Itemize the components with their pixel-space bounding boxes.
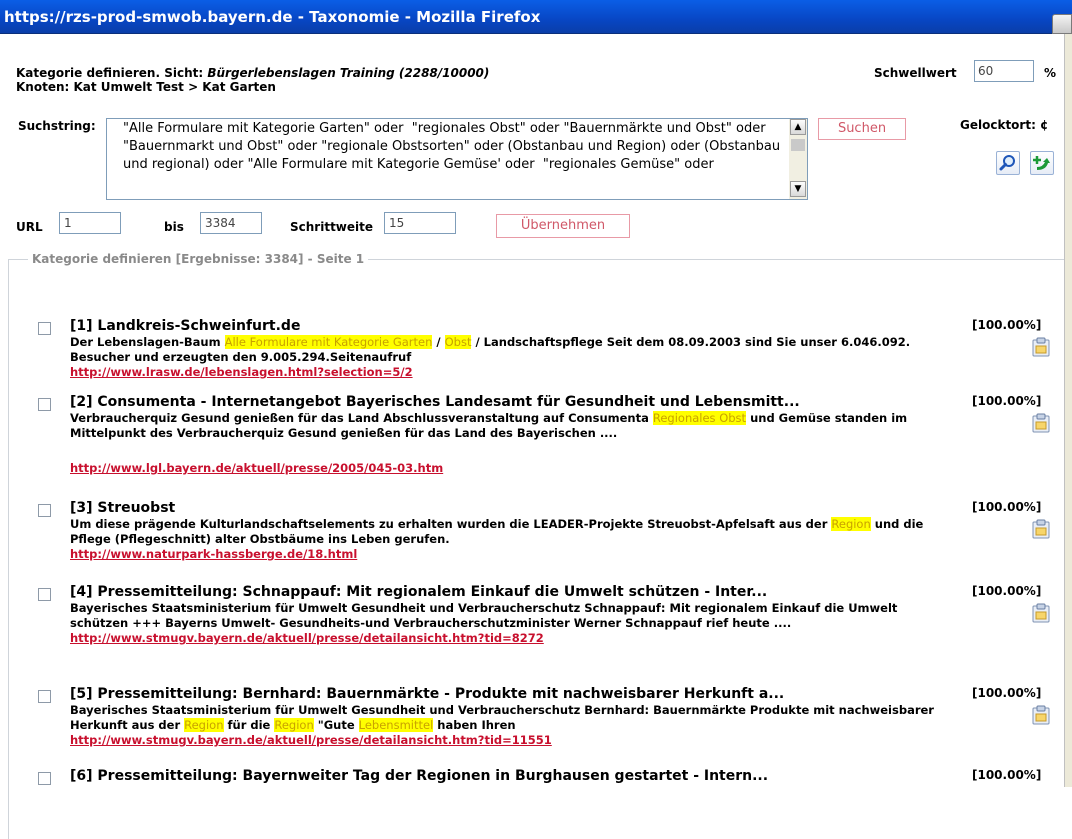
search-query-text[interactable]: "Alle Formulare mit Kategorie Garten" od… <box>123 120 787 174</box>
step-label: Schrittweite <box>290 220 374 234</box>
step-input[interactable] <box>384 212 456 234</box>
result-url-link[interactable]: http://www.naturpark-hassberge.de/18.htm… <box>70 547 357 561</box>
header-view-name: Bürgerlebenslagen Training (2288/10000) <box>207 66 490 80</box>
window-title: https://rzs-prod-smwob.bayern.de - Taxon… <box>4 8 541 26</box>
result-checkbox[interactable] <box>38 504 51 517</box>
url-label: URL <box>16 220 43 234</box>
scroll-up-icon[interactable]: ▲ <box>790 119 806 135</box>
scroll-down-icon[interactable]: ▼ <box>790 181 806 197</box>
results-legend: Kategorie definieren [Ergebnisse: 3384] … <box>28 252 369 266</box>
search-button[interactable]: Suchen <box>818 118 906 140</box>
search-term-highlight: Region <box>831 517 871 531</box>
result-score: [100.00%] <box>972 768 1042 782</box>
search-term-highlight: Lebensmittel <box>358 718 434 732</box>
textarea-scrollbar[interactable]: ▲ ▼ <box>789 119 807 199</box>
clipboard-icon[interactable] <box>1030 518 1052 540</box>
search-term-highlight: Region <box>274 718 314 732</box>
result-url-link[interactable]: http://www.lgl.bayern.de/aktuell/presse/… <box>70 461 443 475</box>
description-text: / <box>432 335 445 349</box>
result-score: [100.00%] <box>972 500 1042 514</box>
add-arrow-icon <box>1033 156 1050 170</box>
threshold-label: Schwellwert <box>874 66 957 80</box>
result-score: [100.00%] <box>972 318 1042 332</box>
page-content: Kategorie definieren. Sicht: Bürgerleben… <box>0 34 1064 839</box>
threshold-unit: % <box>1044 66 1057 80</box>
description-text: Der Lebenslagen-Baum <box>70 335 225 349</box>
description-text: für die <box>223 718 275 732</box>
clipboard-icon[interactable] <box>1030 412 1052 434</box>
page-scrollbar[interactable] <box>1064 34 1072 787</box>
result-checkbox[interactable] <box>38 690 51 703</box>
result-score: [100.00%] <box>972 394 1042 408</box>
window-titlebar: https://rzs-prod-smwob.bayern.de - Taxon… <box>0 0 1072 34</box>
result-description: Der Lebenslagen-Baum Alle Formulare mit … <box>70 335 950 365</box>
result-url-link[interactable]: http://www.lrasw.de/lebenslagen.html?sel… <box>70 365 413 379</box>
magnifier-button[interactable] <box>996 151 1020 175</box>
result-url-link[interactable]: http://www.stmugv.bayern.de/aktuell/pres… <box>70 631 544 645</box>
description-text: Um diese prägende Kulturlandschaftseleme… <box>70 517 832 531</box>
result-title[interactable]: [5] Pressemitteilung: Bernhard: Bauernmä… <box>70 686 784 702</box>
description-text: Verbraucherquiz Gesund genießen für das … <box>70 411 653 425</box>
result-description: Verbraucherquiz Gesund genießen für das … <box>70 411 950 441</box>
side-label: Gelocktort: ¢ <box>960 118 1049 132</box>
clipboard-icon[interactable] <box>1030 704 1052 726</box>
url-from-input[interactable] <box>59 212 121 234</box>
search-label: Suchstring: <box>18 119 96 133</box>
search-term-highlight: Region <box>184 718 224 732</box>
result-checkbox[interactable] <box>38 588 51 601</box>
result-description: Um diese prägende Kulturlandschaftseleme… <box>70 517 950 547</box>
result-description: Bayerisches Staatsministerium für Umwelt… <box>70 703 950 733</box>
result-url-link[interactable]: http://www.stmugv.bayern.de/aktuell/pres… <box>70 733 552 747</box>
add-button[interactable] <box>1030 151 1054 175</box>
result-title[interactable]: [6] Pressemitteilung: Bayernweiter Tag d… <box>70 768 768 784</box>
scroll-thumb[interactable] <box>791 139 805 151</box>
bis-label: bis <box>164 220 184 234</box>
result-title[interactable]: [3] Streuobst <box>70 500 175 516</box>
search-query-textarea[interactable]: "Alle Formulare mit Kategorie Garten" od… <box>106 118 808 200</box>
result-title[interactable]: [1] Landkreis-Schweinfurt.de <box>70 318 300 334</box>
result-checkbox[interactable] <box>38 398 51 411</box>
header-node-path: Knoten: Kat Umwelt Test > Kat Garten <box>16 80 276 94</box>
clipboard-icon[interactable] <box>1030 602 1052 624</box>
result-score: [100.00%] <box>972 584 1042 598</box>
description-text: "Gute <box>313 718 359 732</box>
description-text: Bayerisches Staatsministerium für Umwelt… <box>70 601 898 630</box>
description-text: haben Ihren <box>433 718 516 732</box>
window-control-button[interactable] <box>1052 14 1072 34</box>
result-checkbox[interactable] <box>38 772 51 785</box>
result-title[interactable]: [4] Pressemitteilung: Schnappauf: Mit re… <box>70 584 767 600</box>
search-term-highlight: Obst <box>444 335 472 349</box>
result-description: Bayerisches Staatsministerium für Umwelt… <box>70 601 950 631</box>
header-line-1: Kategorie definieren. Sicht: Bürgerleben… <box>16 66 489 80</box>
result-checkbox[interactable] <box>38 322 51 335</box>
result-score: [100.00%] <box>972 686 1042 700</box>
result-title[interactable]: [2] Consumenta - Internetangebot Bayeris… <box>70 394 800 410</box>
search-term-highlight: Alle Formulare mit Kategorie Garten <box>224 335 433 349</box>
search-term-highlight: Regionales Obst <box>652 411 747 425</box>
magnifier-icon <box>999 155 1015 171</box>
apply-button[interactable]: Übernehmen <box>496 214 630 238</box>
url-to-input[interactable] <box>200 212 262 234</box>
threshold-input[interactable] <box>974 60 1034 82</box>
header-prefix: Kategorie definieren. Sicht: <box>16 66 208 80</box>
clipboard-icon[interactable] <box>1030 336 1052 358</box>
